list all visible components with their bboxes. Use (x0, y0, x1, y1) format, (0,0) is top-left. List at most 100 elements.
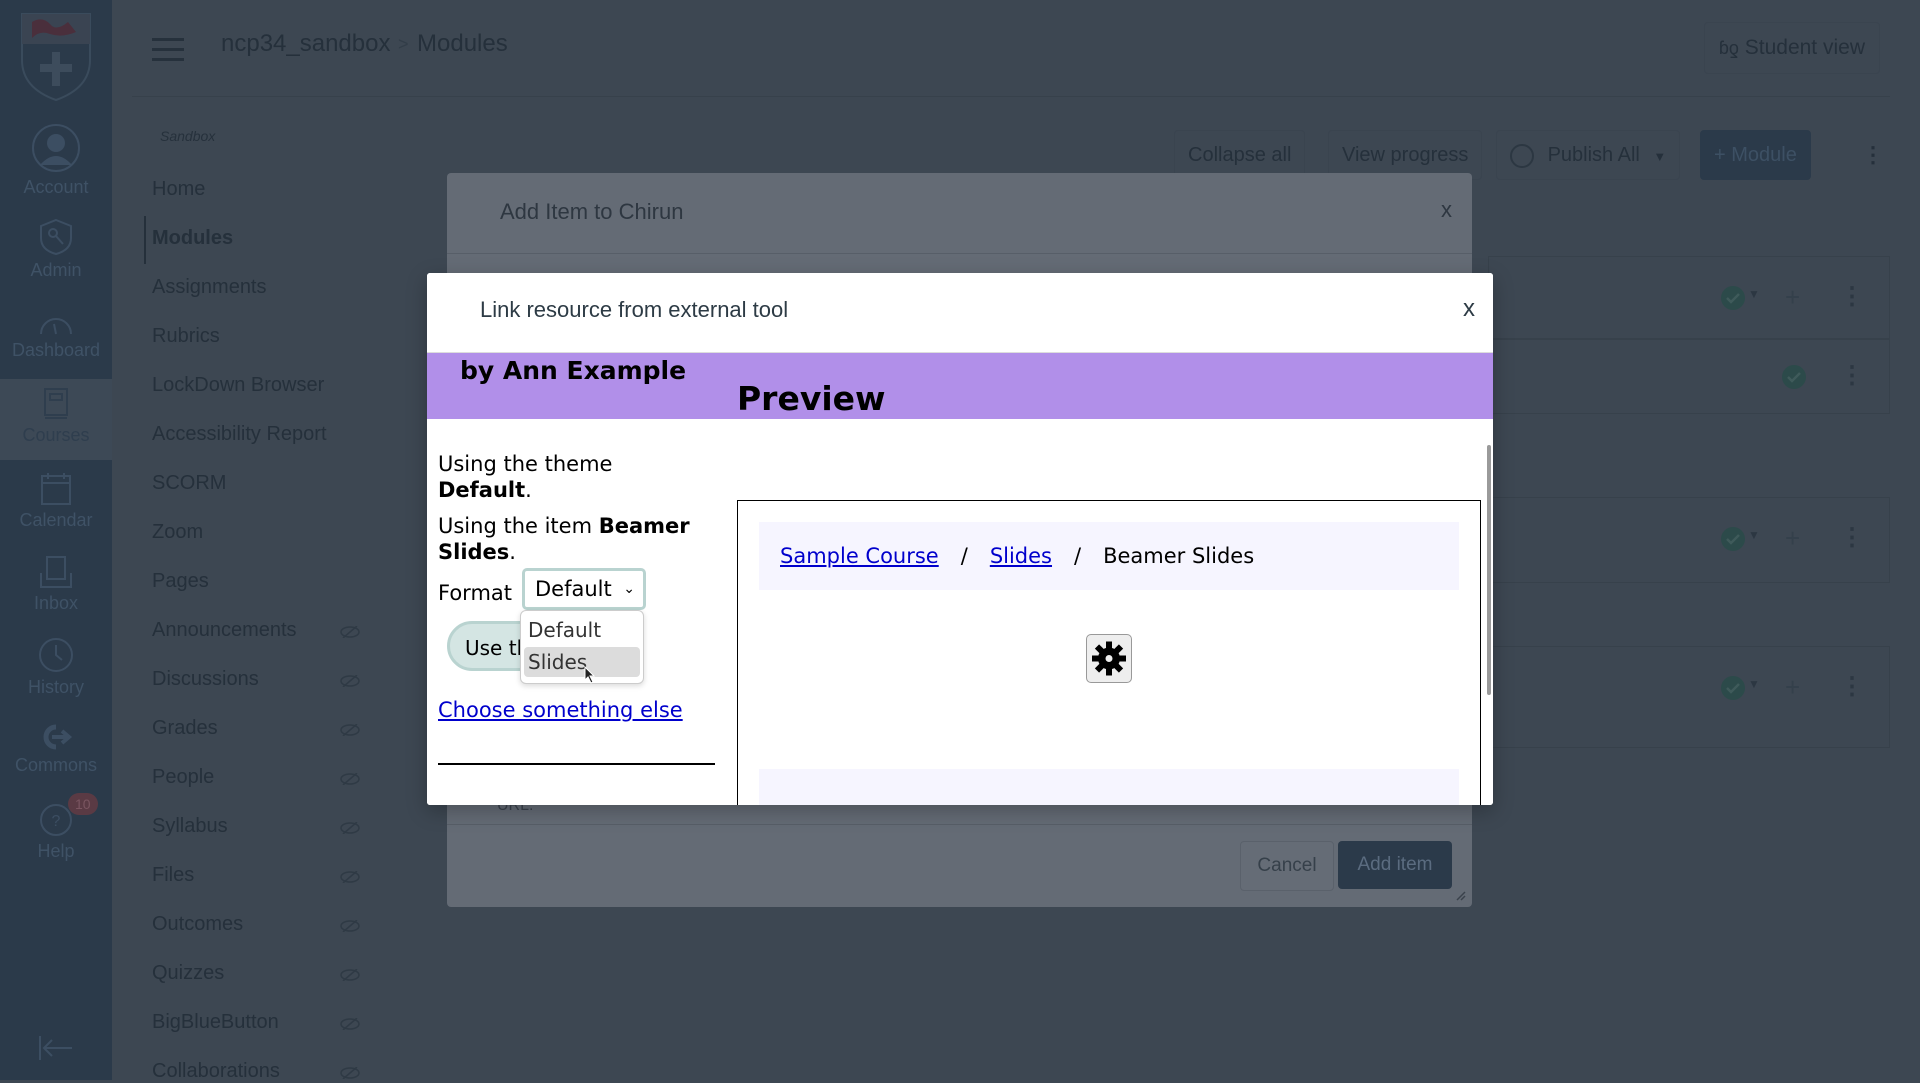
nav-courses[interactable]: Courses (0, 379, 112, 460)
breadcrumb-current: Beamer Slides (1103, 544, 1255, 568)
courses-book-icon (44, 388, 68, 419)
published-check-icon[interactable] (1720, 675, 1746, 706)
publish-all-button[interactable]: Publish All ▼ (1496, 130, 1681, 180)
course-nav-item[interactable]: Assignments (152, 276, 267, 299)
collapse-arrow-icon[interactable] (38, 1035, 74, 1061)
hidden-eye-icon (340, 969, 360, 981)
student-view-label: Student view (1744, 36, 1865, 59)
hidden-eye-icon (340, 920, 360, 932)
caret-down-icon[interactable]: ▼ (1748, 285, 1760, 303)
course-nav-item[interactable]: Accessibility Report (152, 423, 327, 446)
theme-statement: Using the theme Default. (438, 451, 713, 503)
nav-dashboard[interactable]: Dashboard (0, 310, 112, 361)
format-option-slides[interactable]: Slides (524, 647, 640, 677)
nav-dashboard-label: Dashboard (11, 340, 101, 360)
hidden-eye-icon (340, 675, 360, 687)
more-options-icon[interactable]: ⋮ (1840, 364, 1864, 388)
university-crest-logo[interactable] (18, 12, 94, 102)
nav-admin[interactable]: Admin (0, 218, 112, 281)
nav-account[interactable]: Account (0, 123, 112, 198)
course-nav-item[interactable]: Rubrics (152, 325, 220, 348)
course-nav-item[interactable]: Discussions (152, 668, 259, 691)
course-nav-subtitle: Sandbox (160, 128, 216, 144)
choose-something-else-link[interactable]: Choose something else (438, 698, 683, 722)
add-item-dialog-title: Add Item to Chirun (500, 199, 684, 224)
resize-handle-icon[interactable] (1454, 889, 1466, 901)
student-view-button[interactable]: ɓƍ Student view (1703, 22, 1880, 74)
nav-account-label: Account (23, 177, 89, 197)
breadcrumb-sample-course-link[interactable]: Sample Course (780, 544, 939, 568)
link-resource-dialog: Link resource from external tool x by An… (427, 273, 1493, 805)
course-nav-item[interactable]: Files (152, 864, 194, 887)
period: . (525, 478, 532, 502)
settings-button[interactable] (1086, 634, 1132, 683)
chevron-down-icon: ⌄ (623, 581, 635, 597)
breadcrumb-separator: / (1074, 544, 1082, 568)
published-check-icon[interactable] (1781, 364, 1807, 395)
more-options-icon[interactable]: ⋮ (1840, 526, 1864, 550)
course-nav-item[interactable]: Outcomes (152, 913, 243, 936)
active-indicator (144, 216, 146, 264)
inbox-icon (40, 556, 72, 588)
breadcrumb-separator: / (960, 544, 968, 568)
course-nav-item[interactable]: Announcements (152, 619, 297, 642)
add-item-icon[interactable]: + (1785, 284, 1800, 311)
nav-calendar-label: Calendar (19, 510, 93, 530)
history-clock-icon (39, 638, 73, 672)
nav-calendar[interactable]: Calendar (0, 472, 112, 531)
svg-text:?: ? (52, 813, 61, 830)
footer-divider (447, 824, 1472, 825)
preview-breadcrumb: Sample Course / Slides / Beamer Slides (759, 522, 1459, 590)
published-check-icon[interactable] (1720, 526, 1746, 557)
nav-history[interactable]: History (0, 637, 112, 698)
admin-shield-icon (40, 218, 72, 256)
course-nav-item[interactable]: Zoom (152, 521, 203, 544)
add-item-button[interactable]: Add item (1338, 841, 1452, 889)
theme-prefix: Using the theme (438, 452, 613, 476)
preview-frame: Sample Course / Slides / Beamer Slides (737, 500, 1481, 805)
link-resource-title: Link resource from external tool (480, 297, 789, 322)
course-nav-item[interactable]: Syllabus (152, 815, 228, 838)
hamburger-menu-icon[interactable] (152, 38, 184, 68)
link-resource-close-icon[interactable]: x (1463, 295, 1475, 323)
gear-icon (1092, 641, 1126, 676)
add-module-button[interactable]: + Module (1700, 130, 1811, 180)
add-item-close-icon[interactable]: x (1441, 197, 1452, 223)
course-nav-item[interactable]: SCORM (152, 472, 226, 495)
breadcrumb-slides-link[interactable]: Slides (990, 544, 1052, 568)
hidden-eye-icon (340, 773, 360, 785)
course-nav-item[interactable]: Pages (152, 570, 209, 593)
caret-down-icon[interactable]: ▼ (1748, 675, 1760, 693)
course-nav-item[interactable]: Modules (152, 227, 233, 250)
divider (438, 763, 715, 765)
course-nav-item[interactable]: Grades (152, 717, 218, 740)
course-nav-item[interactable]: People (152, 766, 214, 789)
nav-commons[interactable]: Commons (0, 723, 112, 776)
add-item-icon[interactable]: + (1785, 674, 1800, 701)
caret-down-icon[interactable]: ▼ (1748, 526, 1760, 544)
nav-inbox[interactable]: Inbox (0, 555, 112, 614)
breadcrumb-page[interactable]: Modules (417, 30, 508, 58)
more-options-icon[interactable]: ⋮ (1862, 142, 1884, 168)
cancel-button[interactable]: Cancel (1240, 841, 1334, 891)
module-row (1488, 256, 1890, 340)
add-item-icon[interactable]: + (1785, 525, 1800, 552)
nav-commons-label: Commons (14, 755, 98, 775)
format-option-default[interactable]: Default (524, 615, 640, 645)
hidden-eye-icon (340, 822, 360, 834)
hidden-eye-icon (340, 724, 360, 736)
iframe-scrollbar[interactable] (1487, 445, 1491, 695)
course-nav-item[interactable]: Quizzes (152, 962, 224, 985)
course-nav-item[interactable]: Home (152, 178, 205, 201)
nav-help[interactable]: ? 10 Help (0, 793, 112, 862)
nav-help-label: Help (37, 841, 75, 861)
more-options-icon[interactable]: ⋮ (1840, 285, 1864, 309)
published-check-icon[interactable] (1720, 285, 1746, 316)
format-label: Format (438, 581, 513, 605)
course-nav-item[interactable]: BigBlueButton (152, 1011, 279, 1034)
hidden-eye-icon (340, 871, 360, 883)
breadcrumb-course[interactable]: ncp34_sandbox (221, 30, 390, 58)
course-nav-item[interactable]: LockDown Browser (152, 374, 324, 397)
format-select[interactable]: Default ⌄ (522, 568, 646, 610)
more-options-icon[interactable]: ⋮ (1840, 675, 1864, 699)
